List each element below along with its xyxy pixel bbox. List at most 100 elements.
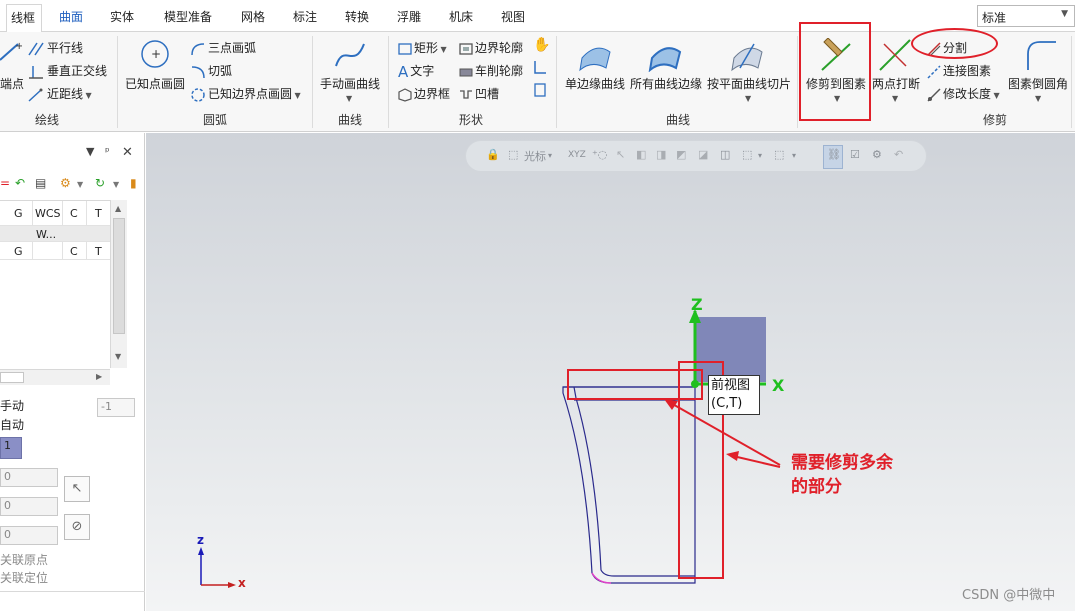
bounding-box-button[interactable]: 边界框 xyxy=(398,85,450,102)
chevron-down-icon[interactable]: ▼ xyxy=(113,180,119,189)
two-point-break-icon xyxy=(879,39,911,71)
chevron-down-icon[interactable]: ▼ xyxy=(77,180,83,189)
ribbon-divider xyxy=(556,36,557,128)
groove-button[interactable]: 凹槽 xyxy=(459,85,499,102)
coord-field-3[interactable]: 0 xyxy=(0,526,58,545)
all-edges-curve-button[interactable]: 所有曲线边缘 xyxy=(630,75,702,92)
table-divider xyxy=(0,241,110,242)
annotation-arrowhead-2 xyxy=(726,451,739,461)
z-axis-label: Z xyxy=(691,295,703,314)
table-cell[interactable]: C xyxy=(70,245,78,258)
plane-slice-button[interactable]: 按平面曲线切片 xyxy=(707,75,791,92)
col-header-c[interactable]: C xyxy=(70,207,78,220)
closest-line-button[interactable]: 近距线 ▼ xyxy=(27,85,92,102)
annotation-line-1: 需要修剪多余 xyxy=(791,453,893,473)
hand-icon[interactable]: ✋ xyxy=(533,37,550,53)
undo-icon[interactable]: ↶ xyxy=(15,176,25,190)
table-cell[interactable]: G xyxy=(14,245,23,258)
join-entity-button[interactable]: 连接图素 xyxy=(927,62,991,79)
profile-l-icon[interactable] xyxy=(533,60,547,77)
scroll-thumb[interactable] xyxy=(0,372,24,383)
annotation-text: 需要修剪多余 的部分 xyxy=(791,451,931,499)
clear-button[interactable]: ⊘ xyxy=(64,514,90,540)
graphics-viewport[interactable]: 🔒 ⬚ 光标 ▾ XYZ ⁺◌ ↖ ◧ ◨ ◩ ◪ ◫ ⬚ ▾ ⬚ ▾ ⛓ ☑ … xyxy=(146,133,1075,611)
manual-curve-button[interactable]: 手动画曲线 xyxy=(320,75,380,92)
turn-profile-button[interactable]: 车削轮廓 xyxy=(459,62,523,79)
left-panel: ▼ ᵖ ✕ = ↶ ▤ ⚙ ▼ ↻ ▼ ▮ G WCS C T W... G C… xyxy=(0,133,145,611)
fillet-button[interactable]: 图素倒圆角 xyxy=(1008,75,1068,92)
assoc-position-label[interactable]: 关联定位 xyxy=(0,569,48,586)
tab-wireframe[interactable]: 线框 xyxy=(6,4,43,32)
vertical-scrollbar[interactable]: ▲ ▼ xyxy=(110,200,127,368)
ribbon-divider xyxy=(312,36,313,128)
tangent-arc-button[interactable]: 切弧 xyxy=(190,62,232,79)
pick-cursor-button[interactable]: ↖ xyxy=(64,476,90,502)
pin-icon[interactable]: ᵖ xyxy=(105,145,110,158)
coord-field-2[interactable]: 0 xyxy=(0,497,58,516)
remove-icon[interactable]: = xyxy=(0,176,10,190)
table-cell[interactable]: T xyxy=(95,245,102,258)
tab-surface[interactable]: 曲面 xyxy=(59,8,83,25)
tab-mesh[interactable]: 网格 xyxy=(241,8,265,25)
perpendicular-line-button[interactable]: 垂直正交线 xyxy=(27,62,107,79)
manual-option[interactable]: 手动 xyxy=(0,397,24,414)
tab-relief[interactable]: 浮雕 xyxy=(397,8,421,25)
tab-machine[interactable]: 机床 xyxy=(449,8,473,25)
panel-divider xyxy=(0,591,145,592)
tab-view[interactable]: 视图 xyxy=(501,8,525,25)
horizontal-scrollbar[interactable]: ▶ xyxy=(0,369,110,385)
modify-length-button[interactable]: 修改长度 ▼ xyxy=(927,85,1000,102)
tab-annotate[interactable]: 标注 xyxy=(293,8,317,25)
scroll-thumb[interactable] xyxy=(113,218,125,334)
document-icon[interactable]: ▤ xyxy=(35,176,46,190)
all-edges-curve-icon xyxy=(648,47,682,72)
col-header-t[interactable]: T xyxy=(95,207,102,220)
boundary-circle-button[interactable]: 已知边界点画圆 ▼ xyxy=(190,85,301,102)
number-input[interactable]: -1 xyxy=(97,398,135,417)
single-edge-curve-icon xyxy=(579,47,611,72)
boundary-profile-button[interactable]: 边界轮廓 xyxy=(459,39,523,56)
text-button[interactable]: A 文字 xyxy=(398,62,434,81)
three-point-arc-button[interactable]: 三点画弧 xyxy=(190,39,256,56)
col-header-wcs[interactable]: WCS xyxy=(35,207,61,220)
scroll-down-icon[interactable]: ▼ xyxy=(115,352,121,361)
frame-icon[interactable] xyxy=(533,83,547,100)
preset-dropdown[interactable]: 标准 ▼ xyxy=(977,5,1075,27)
scroll-right-icon[interactable]: ▶ xyxy=(96,372,102,381)
top-trim-highlight xyxy=(567,369,703,400)
drawing-canvas[interactable] xyxy=(146,133,1075,611)
col-header-g[interactable]: G xyxy=(14,207,23,220)
coord-field-1[interactable]: 0 xyxy=(0,468,58,487)
modify-length-icon xyxy=(927,87,941,102)
closest-line-icon xyxy=(28,88,43,102)
scroll-up-icon[interactable]: ▲ xyxy=(115,204,121,213)
folder-icon[interactable]: ▮ xyxy=(130,176,137,190)
assoc-origin-label[interactable]: 关联原点 xyxy=(0,551,48,568)
profile-inner[interactable] xyxy=(573,386,695,577)
two-point-break-button[interactable]: 两点打断 xyxy=(872,75,920,92)
parallel-line-button[interactable]: 平行线 xyxy=(27,39,83,56)
gear-icon[interactable]: ⚙ xyxy=(60,176,71,190)
refresh-icon[interactable]: ↻ xyxy=(95,176,105,190)
chevron-down-icon: ▼ xyxy=(1061,9,1068,19)
plane-table: G WCS C T W... G C T xyxy=(0,200,127,370)
auto-option[interactable]: 自动 xyxy=(0,416,24,433)
color-swatch[interactable]: 1 xyxy=(0,437,22,459)
single-edge-curve-button[interactable]: 单边缘曲线 xyxy=(565,75,625,92)
endpoint-button[interactable]: 端点 xyxy=(0,75,24,92)
close-icon[interactable]: ✕ xyxy=(122,145,133,160)
ribbon-divider xyxy=(388,36,389,128)
circle-known-point-button[interactable]: 已知点画圆 xyxy=(125,75,185,92)
ribbon-divider xyxy=(797,36,798,128)
tab-solid[interactable]: 实体 xyxy=(110,8,134,25)
bounding-box-icon xyxy=(398,87,412,102)
x-axis-label: X xyxy=(772,376,785,395)
table-cell[interactable]: W... xyxy=(36,228,56,241)
profile-outer[interactable] xyxy=(562,386,696,584)
panel-menu-icon[interactable]: ▼ xyxy=(86,145,94,158)
rectangle-button[interactable]: 矩形 ▼ xyxy=(398,39,447,56)
tab-transform[interactable]: 转换 xyxy=(345,8,369,25)
perpendicular-line-icon xyxy=(29,65,43,79)
tab-model-prep[interactable]: 模型准备 xyxy=(164,8,212,25)
annotation-arrowhead-1 xyxy=(664,399,678,410)
